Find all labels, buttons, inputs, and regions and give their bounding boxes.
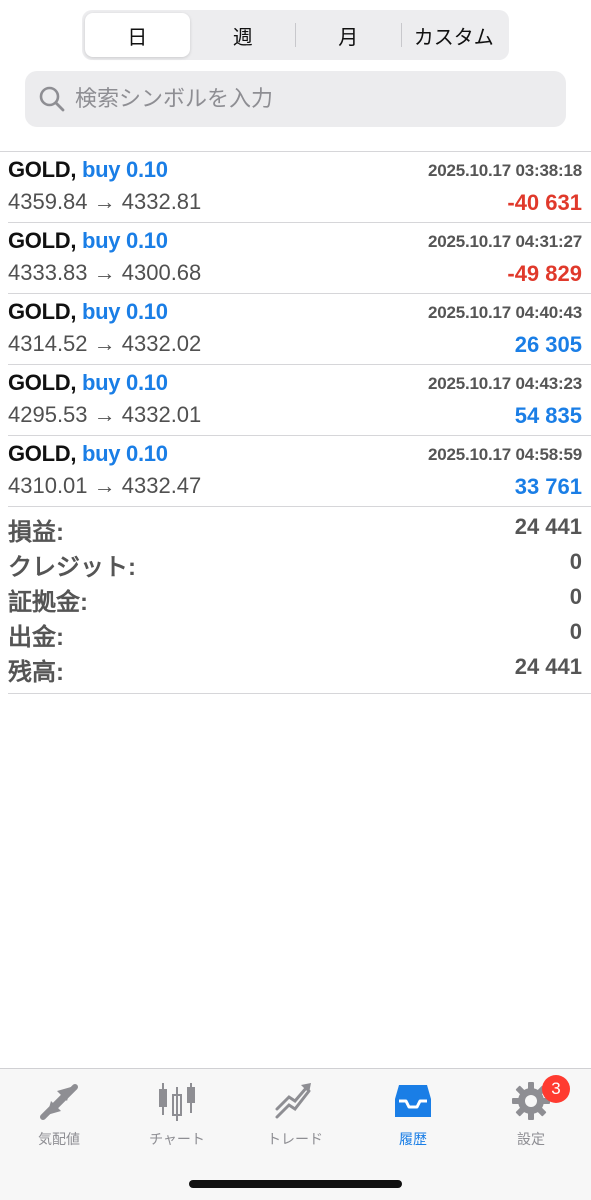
deal-prices: 4314.52 → 4332.02: [8, 331, 202, 356]
summary-credit: クレジット: 0: [8, 547, 582, 582]
deal-profit: 54 835: [514, 403, 582, 428]
tab-chart[interactable]: チャート: [118, 1079, 236, 1149]
deal-row[interactable]: GOLD, buy 0.10 2025.10.17 04:58:59 4310.…: [8, 436, 591, 507]
deal-profit: -40 631: [507, 190, 582, 215]
home-indicator[interactable]: [189, 1180, 402, 1188]
period-tab-custom[interactable]: カスタム: [402, 13, 507, 57]
period-tab-month[interactable]: 月: [296, 13, 401, 57]
account-summary: 損益: 24 441 クレジット: 0 証拠金: 0 出金: 0 残高: 24 …: [8, 512, 582, 687]
deal-row[interactable]: GOLD, buy 0.10 2025.10.17 04:31:27 4333.…: [8, 223, 591, 294]
deal-side-volume: buy 0.10: [81, 441, 168, 466]
deal-header: GOLD, buy 0.10: [8, 441, 168, 467]
period-tab-week[interactable]: 週: [191, 13, 296, 57]
deal-header: GOLD, buy 0.10: [8, 299, 168, 325]
deal-profit: -49 829: [507, 261, 582, 286]
summary-label: 出金:: [8, 624, 64, 651]
tab-history[interactable]: 履歴: [354, 1079, 472, 1149]
deal-side-volume: buy 0.10: [81, 370, 168, 395]
candlestick-icon: [159, 1083, 195, 1121]
tab-label: 気配値: [38, 1131, 80, 1147]
summary-value: 0: [569, 584, 582, 609]
deal-symbol: GOLD,: [8, 228, 77, 253]
deal-side-volume: buy 0.10: [81, 157, 168, 182]
deal-side-volume: buy 0.10: [81, 228, 168, 253]
summary-label: 損益:: [8, 519, 64, 546]
divider: [8, 693, 591, 694]
history-tray-icon: [395, 1085, 431, 1117]
deal-time: 2025.10.17 04:58:59: [427, 445, 582, 464]
deal-header: GOLD, buy 0.10: [8, 370, 168, 396]
summary-withdrawal: 出金: 0: [8, 617, 582, 652]
deal-header: GOLD, buy 0.10: [8, 228, 168, 254]
settings-notification-badge: 3: [542, 1075, 570, 1103]
summary-profit: 損益: 24 441: [8, 512, 582, 547]
search-input[interactable]: [75, 86, 535, 112]
summary-value: 0: [569, 549, 582, 574]
deals-list: GOLD, buy 0.10 2025.10.17 03:38:18 4359.…: [0, 152, 591, 507]
tab-label: チャート: [149, 1131, 205, 1147]
deal-prices: 4310.01 → 4332.47: [8, 473, 202, 498]
summary-balance: 残高: 24 441: [8, 652, 582, 687]
deal-profit: 26 305: [514, 332, 582, 357]
deal-symbol: GOLD,: [8, 157, 77, 182]
deal-time: 2025.10.17 04:40:43: [427, 303, 582, 322]
deal-header: GOLD, buy 0.10: [8, 157, 168, 183]
summary-label: 証拠金:: [8, 589, 88, 616]
deal-prices: 4295.53 → 4332.01: [8, 402, 202, 427]
deal-time: 2025.10.17 03:38:18: [427, 161, 582, 180]
deal-profit: 33 761: [514, 474, 582, 499]
deal-prices: 4333.83 → 4300.68: [8, 260, 202, 285]
tab-label: トレード: [267, 1131, 323, 1147]
symbol-search-bar[interactable]: [25, 71, 566, 127]
trade-trend-icon: [275, 1083, 311, 1119]
deal-row[interactable]: GOLD, buy 0.10 2025.10.17 04:43:23 4295.…: [8, 365, 591, 436]
history-screen: 日 週 月 カスタム GOLD, buy 0.10 2025.10.17 03:…: [0, 0, 591, 1200]
tab-quotes[interactable]: 気配値: [0, 1079, 118, 1149]
period-segmented-control: 日 週 月 カスタム: [82, 10, 509, 60]
deal-symbol: GOLD,: [8, 370, 77, 395]
tab-trade[interactable]: トレード: [236, 1079, 354, 1149]
period-tab-day[interactable]: 日: [85, 13, 190, 57]
deal-symbol: GOLD,: [8, 441, 77, 466]
quotes-arrows-icon: [40, 1084, 78, 1120]
deal-prices: 4359.84 → 4332.81: [8, 189, 202, 214]
deal-symbol: GOLD,: [8, 299, 77, 324]
deal-time: 2025.10.17 04:31:27: [427, 232, 582, 251]
deal-row[interactable]: GOLD, buy 0.10 2025.10.17 03:38:18 4359.…: [8, 152, 591, 223]
tab-label: 設定: [517, 1131, 545, 1147]
deal-side-volume: buy 0.10: [81, 299, 168, 324]
summary-value: 24 441: [514, 654, 582, 679]
summary-value: 24 441: [514, 514, 582, 539]
tab-settings[interactable]: 設定: [472, 1079, 590, 1149]
summary-value: 0: [569, 619, 582, 644]
deal-time: 2025.10.17 04:43:23: [427, 374, 582, 393]
summary-margin: 証拠金: 0: [8, 582, 582, 617]
summary-label: クレジット:: [8, 554, 136, 581]
deal-row[interactable]: GOLD, buy 0.10 2025.10.17 04:40:43 4314.…: [8, 294, 591, 365]
summary-label: 残高:: [8, 659, 64, 686]
search-icon: [39, 86, 65, 112]
tab-label: 履歴: [399, 1131, 427, 1147]
